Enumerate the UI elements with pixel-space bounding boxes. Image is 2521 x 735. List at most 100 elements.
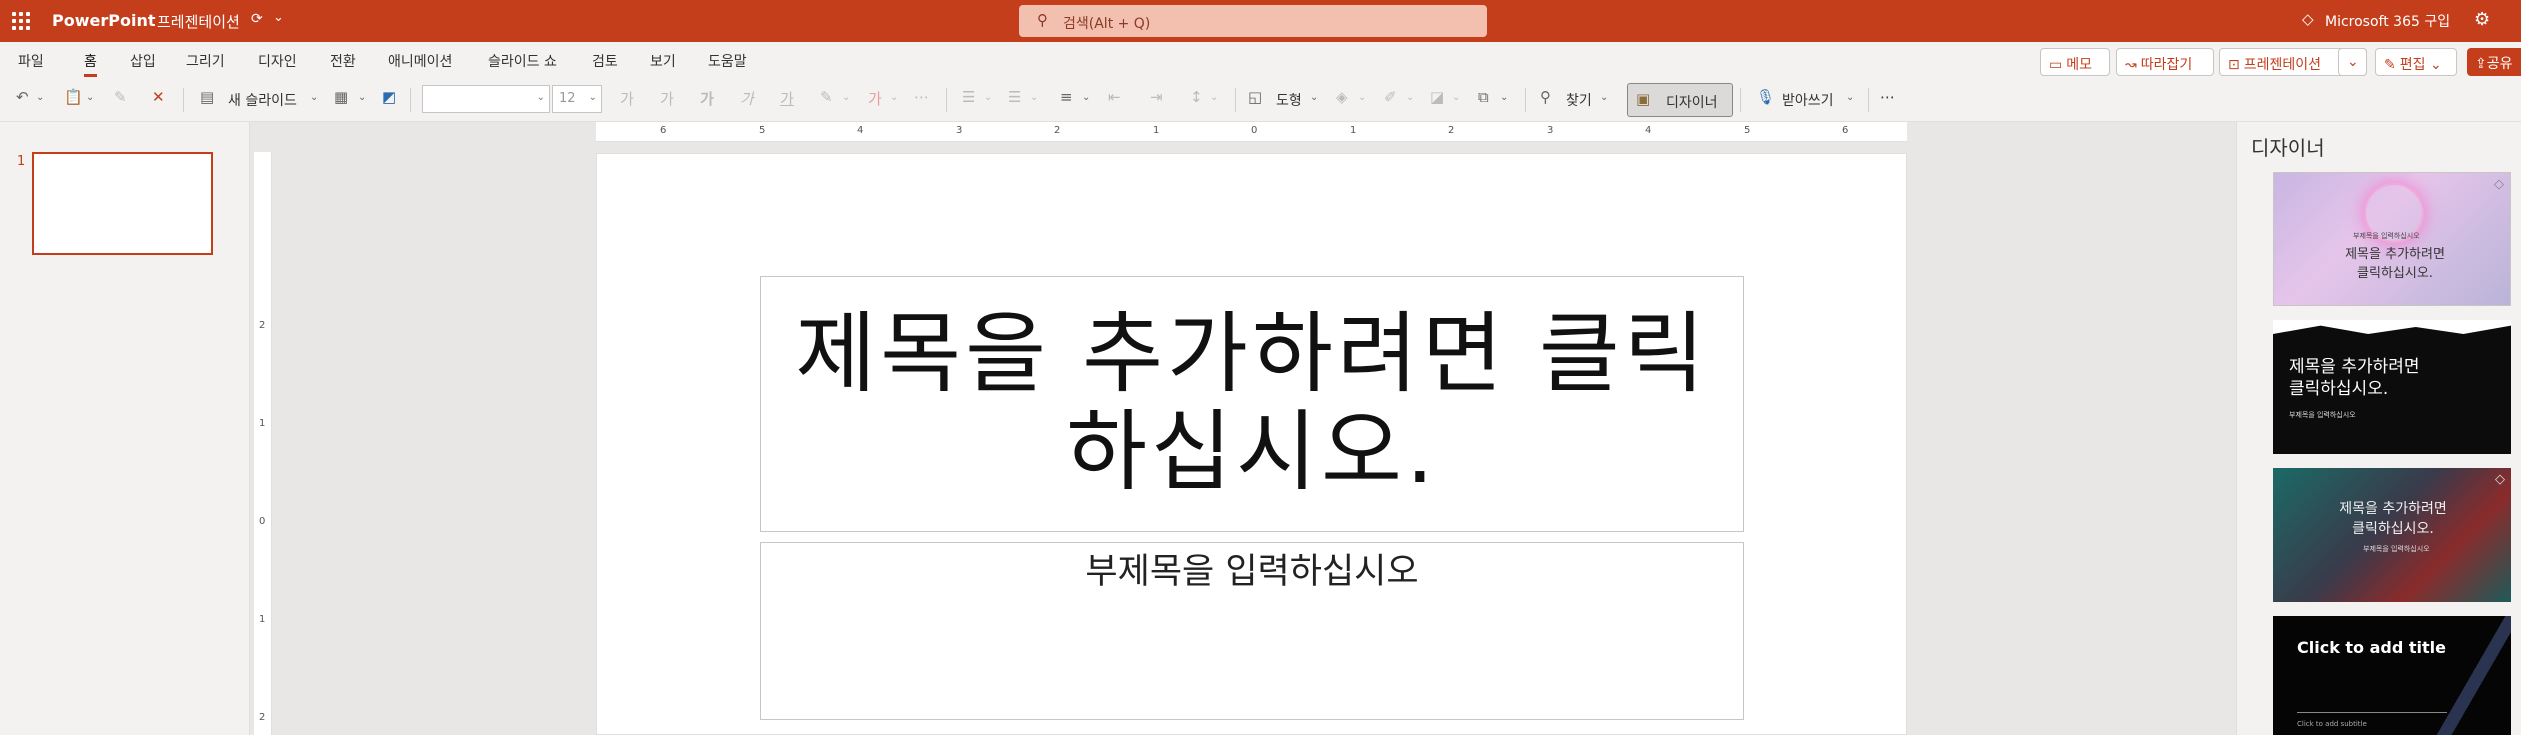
find-label[interactable]: 찾기 — [1566, 90, 1592, 110]
font-name-select[interactable]: ⌄ — [422, 85, 550, 113]
design-subtitle: Click to add subtitle — [2297, 720, 2367, 728]
shape-effects-icon[interactable]: ◪ — [1430, 88, 1444, 106]
chevron-down-icon[interactable]: ⌄ — [1358, 92, 1366, 103]
tab-transitions[interactable]: 전환 — [330, 51, 356, 71]
tab-design[interactable]: 디자인 — [258, 51, 297, 71]
share-button[interactable]: ⇪공유 — [2467, 48, 2521, 76]
tab-file[interactable]: 파일 — [18, 51, 44, 71]
design-suggestion-4[interactable]: Click to add title Click to add subtitle — [2273, 616, 2511, 735]
tab-help[interactable]: 도움말 — [708, 51, 747, 71]
design-suggestion-3[interactable]: 제목을 추가하려면 클릭하십시오. 부제목을 입력하십시오 ◇ — [2273, 468, 2511, 602]
tab-slide-show[interactable]: 슬라이드 쇼 — [488, 51, 557, 71]
tab-review[interactable]: 검토 — [592, 51, 618, 71]
editing-label: 편집 — [2399, 57, 2426, 73]
divider — [183, 88, 184, 112]
slide-background-icon[interactable]: ◩ — [382, 88, 396, 106]
more-options-icon[interactable]: ⋯ — [1880, 88, 1895, 106]
title-placeholder[interactable]: 제목을 추가하려면 클릭하십시오. — [760, 276, 1744, 532]
increase-indent-icon[interactable]: ⇥ — [1150, 88, 1163, 106]
chevron-down-icon[interactable]: ⌄ — [1452, 92, 1460, 103]
subtitle-placeholder[interactable]: 부제목을 입력하십시오 — [760, 542, 1744, 720]
chevron-down-icon[interactable]: ⌄ — [36, 92, 44, 103]
decrease-indent-icon[interactable]: ⇤ — [1108, 88, 1121, 106]
chevron-down-icon[interactable]: ⌄ — [1500, 92, 1508, 103]
more-font-icon[interactable]: ⋯ — [914, 88, 929, 106]
italic-icon[interactable]: 가 — [740, 88, 754, 109]
dictate-label[interactable]: 받아쓰기 — [1782, 90, 1834, 110]
ruler-label: 2 — [1448, 125, 1455, 136]
grow-font-icon[interactable]: 가 — [620, 88, 634, 109]
buy-m365-link[interactable]: Microsoft 365 구입 — [2325, 11, 2450, 31]
ruler-label: 1 — [1350, 125, 1357, 136]
chevron-down-icon[interactable]: ⌄ — [1600, 92, 1608, 103]
numbering-icon[interactable]: ☰ — [1008, 88, 1021, 106]
chevron-down-icon[interactable]: ⌄ — [86, 92, 94, 103]
microphone-icon[interactable]: 🎙 — [1756, 88, 1775, 106]
divider-line — [2297, 712, 2447, 713]
chevron-down-icon[interactable]: ⌄ — [842, 92, 850, 103]
undo-icon[interactable]: ↶ — [16, 88, 29, 106]
shapes-label[interactable]: 도형 — [1276, 90, 1302, 110]
diamond-icon: ◇ — [2302, 10, 2314, 28]
ruler-label: 2 — [259, 712, 266, 723]
shrink-font-icon[interactable]: 가 — [660, 88, 674, 109]
trend-icon: ↝ — [2125, 57, 2137, 73]
design-suggestion-1[interactable]: 부제목을 입력하십시오 제목을 추가하려면 클릭하십시오. ◇ — [2273, 172, 2511, 306]
layout-icon[interactable]: ▦ — [334, 88, 348, 106]
underline-icon[interactable]: 가 — [780, 88, 794, 109]
ruler-label: 3 — [956, 125, 963, 136]
comments-button[interactable]: ▭ 메모 — [2040, 48, 2110, 76]
present-dropdown[interactable]: ⌄ — [2338, 48, 2367, 76]
chevron-down-icon[interactable]: ⌄ — [358, 92, 366, 103]
app-launcher-icon[interactable] — [12, 12, 30, 30]
slide-number: 1 — [17, 154, 26, 169]
slide-thumbnail[interactable] — [32, 152, 213, 255]
format-painter-icon[interactable]: ✎ — [114, 88, 127, 106]
tab-insert[interactable]: 삽입 — [130, 51, 156, 71]
shapes-icon[interactable]: ◱ — [1248, 88, 1262, 106]
font-size-select[interactable]: 12 ⌄ — [552, 85, 602, 113]
font-color-icon[interactable]: 가 — [868, 88, 882, 109]
bullets-icon[interactable]: ☰ — [962, 88, 975, 106]
designer-button[interactable]: ▣ 디자이너 — [1627, 83, 1733, 117]
catch-up-button[interactable]: ↝ 따라잡기 — [2116, 48, 2214, 76]
chevron-down-icon[interactable]: ⌄ — [1846, 92, 1854, 103]
app-name[interactable]: PowerPoint — [52, 11, 155, 30]
search-box[interactable]: ⚲ 검색(Alt + Q) — [1019, 5, 1487, 37]
chevron-down-icon[interactable]: ⌄ — [273, 10, 284, 25]
title-placeholder-text: 제목을 추가하려면 클릭하십시오. — [795, 302, 1709, 503]
paste-icon[interactable]: 📋 — [64, 88, 83, 106]
design-subtitle: 부제목을 입력하십시오 — [2363, 545, 2430, 553]
chevron-down-icon[interactable]: ⌄ — [1082, 92, 1090, 103]
delete-icon[interactable]: ✕ — [152, 88, 165, 106]
line-spacing-icon[interactable]: ↕ — [1190, 88, 1203, 106]
new-slide-icon[interactable]: ▤ — [200, 88, 214, 106]
chevron-down-icon[interactable]: ⌄ — [1310, 92, 1318, 103]
chevron-down-icon[interactable]: ⌄ — [984, 92, 992, 103]
design-suggestion-2[interactable]: 제목을 추가하려면 클릭하십시오. 부제목을 입력하십시오 — [2273, 320, 2511, 454]
highlight-icon[interactable]: ✎ — [820, 88, 833, 106]
chevron-down-icon[interactable]: ⌄ — [1210, 92, 1218, 103]
editing-mode-button[interactable]: ✎ 편집 ⌄ — [2375, 48, 2457, 76]
tab-view[interactable]: 보기 — [650, 51, 676, 71]
bold-icon[interactable]: 가 — [700, 88, 714, 109]
chevron-down-icon[interactable]: ⌄ — [1406, 92, 1414, 103]
chevron-down-icon[interactable]: ⌄ — [1030, 92, 1038, 103]
gear-icon[interactable]: ⚙ — [2474, 9, 2490, 30]
shape-outline-icon[interactable]: ✐ — [1384, 88, 1397, 106]
new-slide-label[interactable]: 새 슬라이드 — [228, 90, 297, 110]
document-name[interactable]: 프레젠테이션 — [157, 11, 240, 32]
divider — [946, 88, 947, 112]
tab-draw[interactable]: 그리기 — [186, 51, 225, 71]
slide-thumbnail-pane: 1 — [0, 122, 250, 735]
search-placeholder: 검색(Alt + Q) — [1063, 16, 1151, 32]
shape-fill-icon[interactable]: ◈ — [1336, 88, 1348, 106]
tab-home[interactable]: 홈 — [84, 51, 97, 77]
tab-animations[interactable]: 애니메이션 — [388, 51, 452, 71]
arrange-icon[interactable]: ⧉ — [1478, 88, 1489, 106]
chevron-down-icon[interactable]: ⌄ — [890, 92, 898, 103]
search-icon[interactable]: ⚲ — [1540, 88, 1551, 106]
chevron-down-icon[interactable]: ⌄ — [310, 92, 318, 103]
chevron-down-icon: ⌄ — [2425, 57, 2442, 73]
align-icon[interactable]: ≡ — [1060, 88, 1073, 106]
